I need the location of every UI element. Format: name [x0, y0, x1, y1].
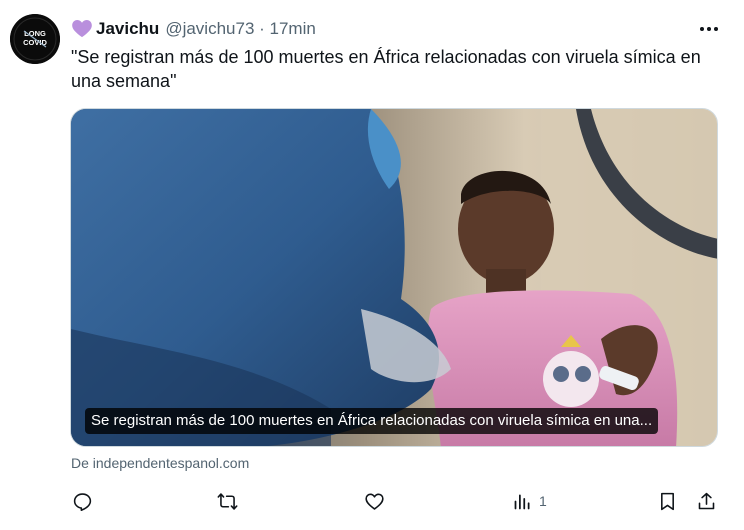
share-button[interactable] [696, 486, 717, 516]
card-source[interactable]: De independentespanol.com [71, 455, 249, 471]
views-button[interactable]: 1 [512, 486, 547, 516]
retweet-button[interactable] [217, 486, 238, 516]
tweet-header: Javichu @javichu73 · 17min [72, 16, 724, 42]
bookmark-icon [661, 492, 674, 510]
views-icon [514, 494, 530, 509]
article-photo [71, 109, 717, 446]
link-card[interactable]: Se registran más de 100 muertes en Áfric… [70, 108, 718, 447]
display-name[interactable]: Javichu [96, 19, 159, 39]
more-dots-icon [700, 27, 718, 31]
reply-button[interactable] [72, 486, 93, 516]
like-button[interactable] [364, 486, 385, 516]
tweet-text: "Se registran más de 100 muertes en Áfri… [71, 47, 701, 91]
card-caption: Se registran más de 100 muertes en Áfric… [85, 408, 659, 434]
views-count: 1 [539, 493, 547, 509]
handle-and-time[interactable]: @javichu73 · 17min [165, 19, 316, 39]
reply-icon [73, 492, 92, 511]
avatar[interactable]: LONG COVID [10, 14, 60, 64]
share-icon [698, 492, 715, 509]
purple-heart-icon [72, 20, 92, 38]
retweet-icon [217, 492, 238, 510]
more-options-button[interactable] [694, 16, 724, 42]
like-icon [365, 493, 384, 510]
long-covid-logo-icon: LONG COVID [10, 14, 60, 64]
bookmark-button[interactable] [657, 486, 678, 516]
action-bar: 1 [70, 486, 720, 516]
